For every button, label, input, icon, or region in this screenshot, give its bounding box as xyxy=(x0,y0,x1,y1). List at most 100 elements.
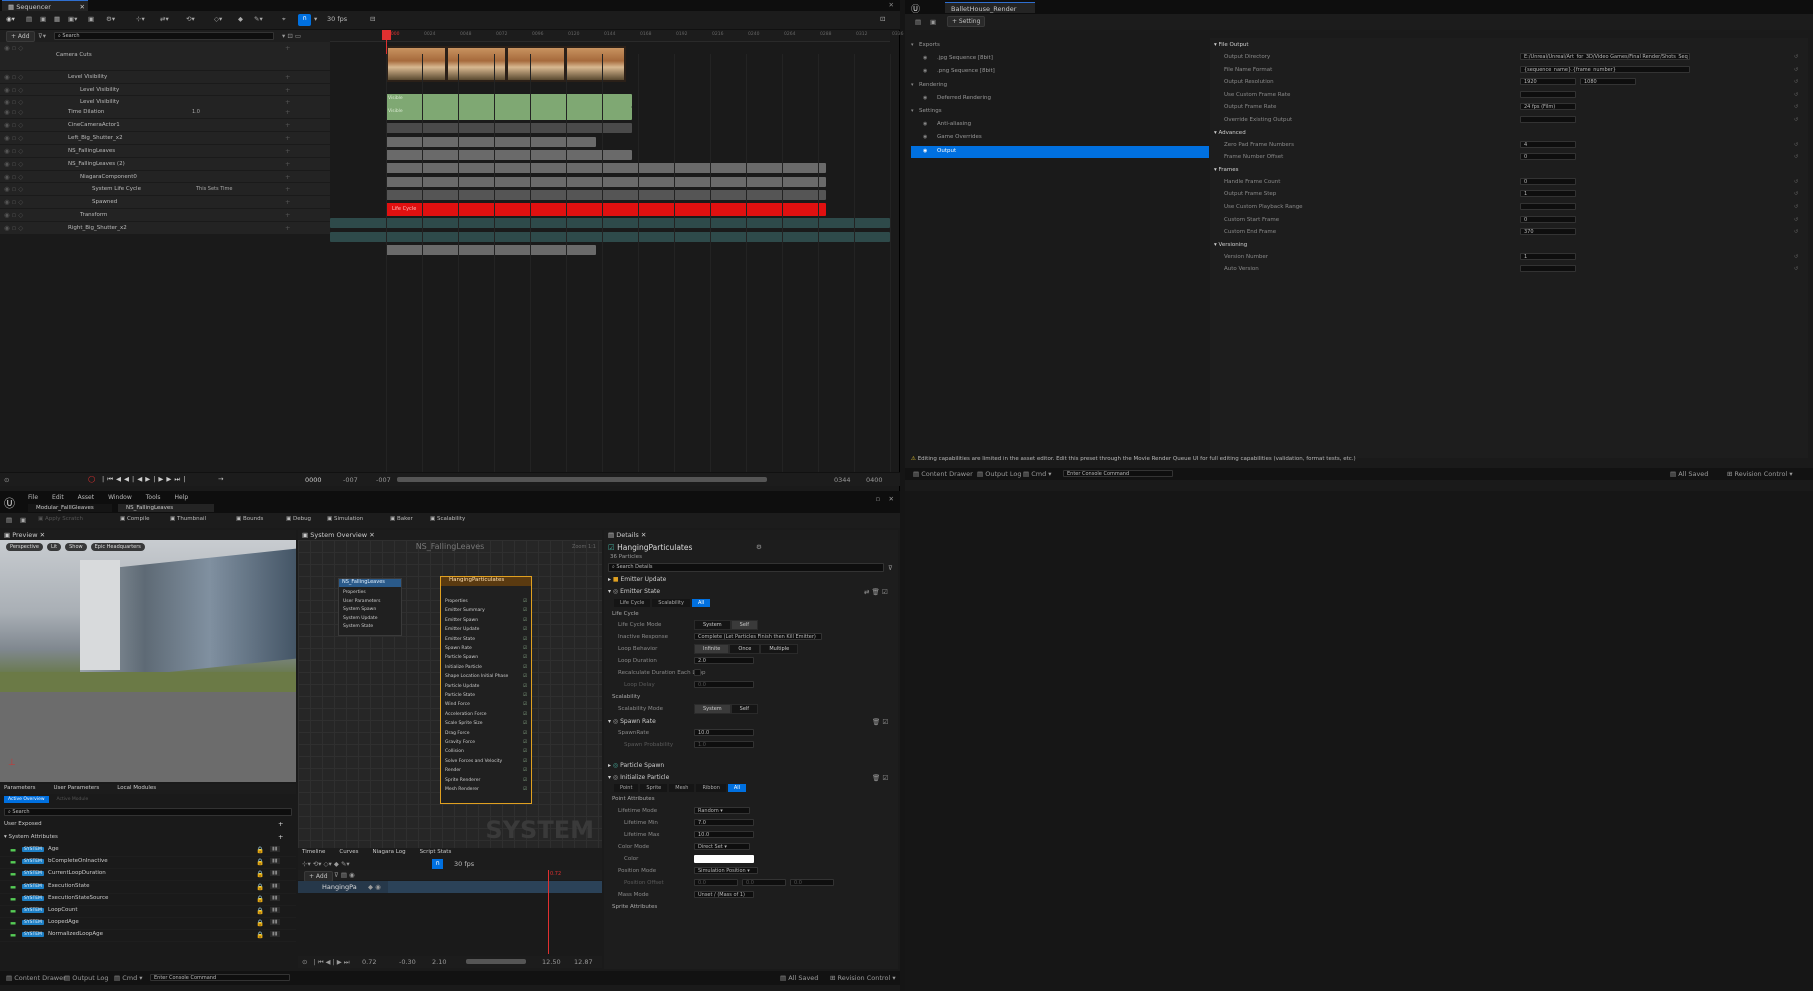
niagara-component-bar[interactable] xyxy=(386,190,826,200)
editor-tab[interactable]: Modular_FallIGleaves xyxy=(28,504,112,512)
emitter-node-item[interactable]: Wind Force xyxy=(445,702,470,707)
track-row[interactable]: ◉ ▫ ◇ Right_Big_Shutter_x2 + xyxy=(0,222,330,235)
details-row-value[interactable]: 24 fps (Film) xyxy=(1520,103,1576,111)
lifetime-min-field[interactable]: 7.0 xyxy=(694,819,754,826)
track-row[interactable]: ◉ ▫ ◇ CineCameraActor1 + xyxy=(0,119,330,132)
right-shutter-bar[interactable] xyxy=(386,245,596,255)
details-row-value[interactable]: 1 xyxy=(1520,252,1576,260)
details-row-value[interactable] xyxy=(1520,265,1576,273)
initialize-particle-header[interactable]: ▾ ◎ Initialize Particle xyxy=(608,774,669,781)
reset-icon[interactable]: ↺ xyxy=(1794,67,1798,73)
system-node-item[interactable]: System Spawn xyxy=(343,607,376,612)
render-icon[interactable]: ▣ xyxy=(88,15,94,23)
settings-icon[interactable]: ⚙ xyxy=(756,543,762,551)
filter-button[interactable]: Point xyxy=(614,784,639,792)
timeline-view-start[interactable]: 2.10 xyxy=(432,958,446,966)
system-attributes-header[interactable]: ▾ System Attributes xyxy=(4,834,58,840)
save-icon[interactable]: ▤ xyxy=(915,18,921,26)
toggle-option[interactable]: Self xyxy=(730,704,759,714)
reset-icon[interactable]: ↺ xyxy=(1794,179,1798,185)
enabled-checkbox-icon[interactable]: ☑ xyxy=(523,702,527,707)
settings-tree-item[interactable]: Anti-aliasing ◉ xyxy=(911,119,1209,131)
add-key-icon[interactable]: + xyxy=(285,185,290,193)
parameters-tab[interactable]: Parameters xyxy=(4,784,35,794)
spawned-bar[interactable] xyxy=(330,218,890,228)
toggle-option[interactable]: Infinite xyxy=(694,644,730,654)
view-end[interactable]: 0344 xyxy=(834,476,851,484)
track-visibility-icon[interactable]: ◉ ▫ ◇ xyxy=(4,108,23,116)
track-row[interactable]: ◉ ▫ ◇ NS_FallingLeaves + xyxy=(0,145,330,158)
track-row[interactable]: ◉ ▫ ◇ Time Dilation 1.0 + xyxy=(0,106,330,119)
record-icon[interactable]: ◯ xyxy=(88,475,95,483)
reset-icon[interactable]: ↺ xyxy=(1794,117,1798,123)
recalculate-duration-checkbox[interactable] xyxy=(694,669,701,676)
fps-dropdown[interactable]: 30 fps xyxy=(327,15,347,23)
emitter-node-item[interactable]: Solve Forces and Velocity xyxy=(445,759,502,764)
window-close-icon[interactable]: ✕ xyxy=(889,1,894,9)
tab-preview[interactable]: ▣ Preview ✕ xyxy=(4,531,45,539)
emitter-node-item[interactable]: Emitter Spawn xyxy=(445,618,478,623)
marker-icon[interactable]: ⌖ xyxy=(282,15,286,24)
module-actions-icon[interactable]: ⇄ 🗑 ☑ xyxy=(864,588,888,596)
enabled-checkbox-icon[interactable]: ☑ xyxy=(523,618,527,623)
playback-controls[interactable]: |⏮◀◀|◀▶|▶▶⏭| xyxy=(102,475,188,484)
track-visibility-icon[interactable]: ◉ ▫ ◇ xyxy=(4,44,23,52)
reset-icon[interactable]: ↺ xyxy=(1794,54,1798,60)
reset-icon[interactable]: ↺ xyxy=(1794,191,1798,197)
track-row[interactable]: ◉ ▫ ◇ NS_FallingLeaves (2) + xyxy=(0,158,330,171)
track-row[interactable]: ◉ ▫ ◇ Level Visibility + xyxy=(0,71,330,84)
emitter-node-item[interactable]: Particle Update xyxy=(445,684,479,689)
settings-icon[interactable]: ⊙ xyxy=(4,476,9,484)
range-end[interactable]: 0400 xyxy=(866,476,883,484)
track-visibility-icon[interactable]: ◉ ▫ ◇ xyxy=(4,73,23,81)
emitter-node-item[interactable]: Spawn Rate xyxy=(445,646,472,651)
parameters-subtab[interactable]: Active Overview xyxy=(4,796,49,803)
film-icon[interactable]: ▦ xyxy=(54,15,60,23)
details-row-value[interactable]: 1 xyxy=(1520,190,1576,198)
enabled-checkbox-icon[interactable]: ☑ xyxy=(523,599,527,604)
parameters-search[interactable]: ⌕ Search xyxy=(4,808,292,816)
track-row[interactable]: ◉ ▫ ◇ NiagaraComponent0 + xyxy=(0,171,330,183)
camera-icon[interactable]: ▣▾ xyxy=(68,15,77,23)
enabled-checkbox-icon[interactable]: ☑ xyxy=(523,637,527,642)
details-row-value[interactable]: E:/Unreal/Unreal/Art_for_3D/Video Games/… xyxy=(1520,53,1690,60)
timeline-scrollbar[interactable] xyxy=(397,477,767,482)
reset-icon[interactable]: ↺ xyxy=(1794,217,1798,223)
details-row-value[interactable]: 1920 xyxy=(1520,78,1576,86)
pen-icon[interactable]: ✎▾ xyxy=(254,15,263,23)
emitter-node-item[interactable]: Scale Sprite Size xyxy=(445,721,483,726)
settings-tree-item[interactable]: Deferred Rendering ◉ xyxy=(911,93,1209,105)
emitter-state-header[interactable]: ▾ ◎ Emitter State xyxy=(608,588,660,595)
add-icon[interactable]: + xyxy=(278,833,283,841)
emitter-node-item[interactable]: Shape Location Initial Phase xyxy=(445,674,508,679)
details-row-value[interactable] xyxy=(1520,116,1576,123)
toolbar-button[interactable]: ▣ Scalability xyxy=(430,516,465,522)
lifetime-max-field[interactable]: 10.0 xyxy=(694,831,754,838)
toolbar-button[interactable]: ▣ Bounds xyxy=(236,516,263,522)
menu-item[interactable]: Tools xyxy=(146,494,161,501)
track-search-input[interactable]: ⌕ Search xyxy=(54,32,274,40)
toolbar-button[interactable]: ▣ Debug xyxy=(286,516,311,522)
timeline-playback-controls[interactable]: ⊙ |⏮◀|▶⏭ xyxy=(302,958,352,967)
settings-tree-item[interactable]: Game Overrides ◉ xyxy=(911,132,1209,144)
settings-tree-item[interactable]: Output ◉ xyxy=(911,145,1209,158)
attribute-row[interactable]: ▬ SYSTEM Age 🔒 ▮▮ xyxy=(0,845,296,857)
emitter-update-header[interactable]: ▸ ■ Emitter Update xyxy=(608,576,666,583)
viewport-button[interactable]: Epic Headquarters xyxy=(90,543,145,551)
playhead-marker[interactable] xyxy=(382,30,391,40)
details-section-header[interactable]: ▾ Frames xyxy=(1214,167,1239,173)
maximize-icon[interactable]: ▫ xyxy=(876,495,880,503)
toggle-option[interactable]: Multiple xyxy=(760,644,799,654)
reset-icon[interactable]: ↺ xyxy=(1794,79,1798,85)
track-visibility-icon[interactable]: ◉ ▫ ◇ xyxy=(4,147,23,155)
system-node[interactable]: NS_FallingLeaves Properties User Paramete… xyxy=(338,578,402,636)
tab-system-overview[interactable]: ▣ System Overview ✕ xyxy=(302,531,375,539)
track-visibility-icon[interactable]: ◉ ▫ ◇ xyxy=(4,211,23,219)
add-setting-button[interactable]: + Setting xyxy=(947,16,986,27)
camera-actor-bar[interactable] xyxy=(386,137,596,147)
emitter-node-item[interactable]: Emitter Summary xyxy=(445,608,485,613)
parameters-subtab[interactable]: Active Module xyxy=(52,796,93,803)
filter-button[interactable]: Life Cycle xyxy=(614,599,651,607)
falling-leaves-bar[interactable] xyxy=(386,163,826,173)
filter-button[interactable]: Mesh xyxy=(669,784,695,792)
